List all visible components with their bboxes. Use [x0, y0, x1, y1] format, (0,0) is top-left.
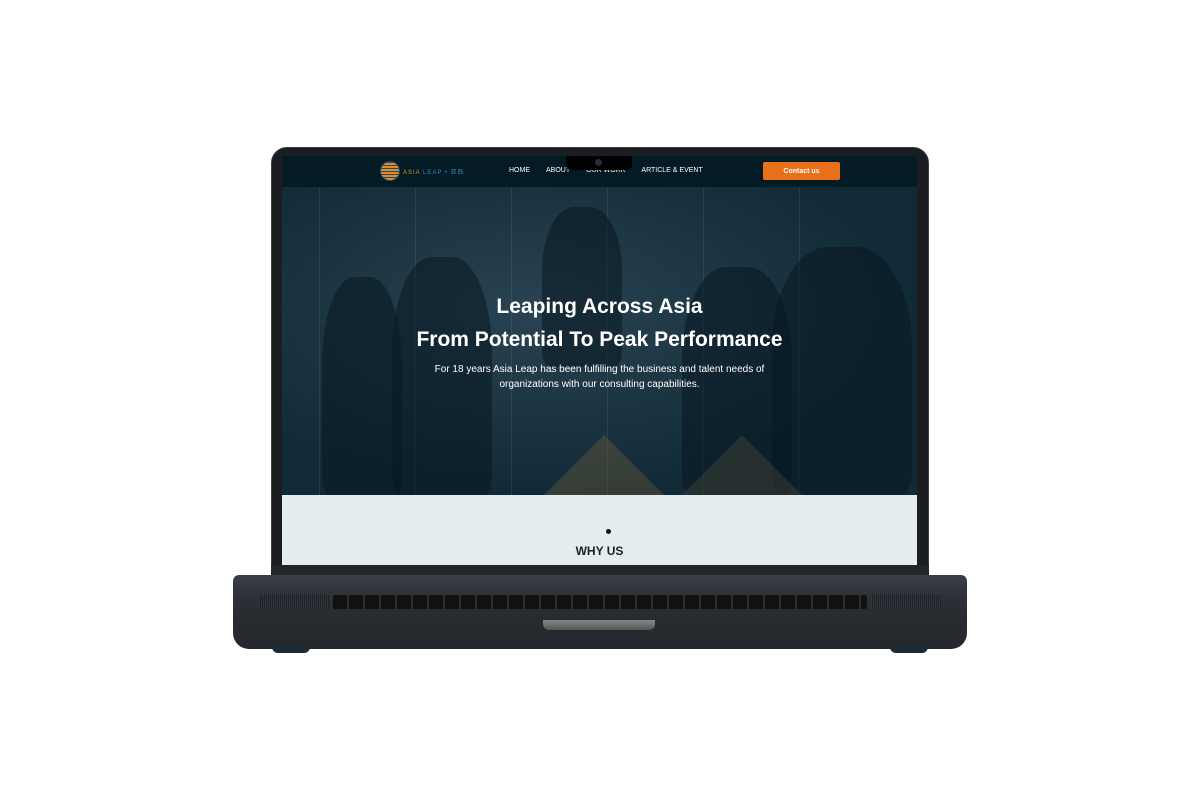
- section-title: WHY US: [575, 544, 624, 558]
- section-dot-icon: [606, 529, 611, 534]
- keyboard: [333, 595, 867, 609]
- decor-triangle: [544, 435, 664, 495]
- hero-title-line1: Leaping Across Asia: [496, 295, 703, 318]
- camera-icon: [595, 159, 602, 166]
- contact-us-button[interactable]: Contact us: [763, 162, 840, 180]
- nav-article-event[interactable]: ARTICLE & EVENT: [641, 167, 702, 174]
- brand-logo[interactable]: ASIA LEAP • 亚跃: [380, 161, 465, 181]
- why-us-section: WHY US: [282, 495, 917, 565]
- laptop-base: [233, 575, 967, 649]
- logo-text: ASIA LEAP • 亚跃: [403, 169, 465, 176]
- hero-section: Leaping Across Asia From Potential To Pe…: [282, 187, 917, 495]
- laptop-foot: [272, 647, 310, 653]
- lid-opening-notch: [543, 620, 655, 630]
- laptop-screen: Leaping Across Asia From Potential To Pe…: [282, 156, 917, 565]
- decor-triangle: [682, 435, 802, 495]
- hero-title-line2: From Potential To Peak Performance: [416, 328, 783, 351]
- speaker-grille: [259, 595, 329, 609]
- camera-notch: [566, 156, 632, 170]
- globe-logo-icon: [380, 161, 400, 181]
- hero-subtitle: For 18 years Asia Leap has been fulfilli…: [434, 364, 765, 390]
- laptop-bezel-chin: [271, 565, 929, 575]
- nav-home[interactable]: HOME: [509, 167, 530, 174]
- speaker-grille: [871, 595, 941, 609]
- laptop-foot: [890, 647, 928, 653]
